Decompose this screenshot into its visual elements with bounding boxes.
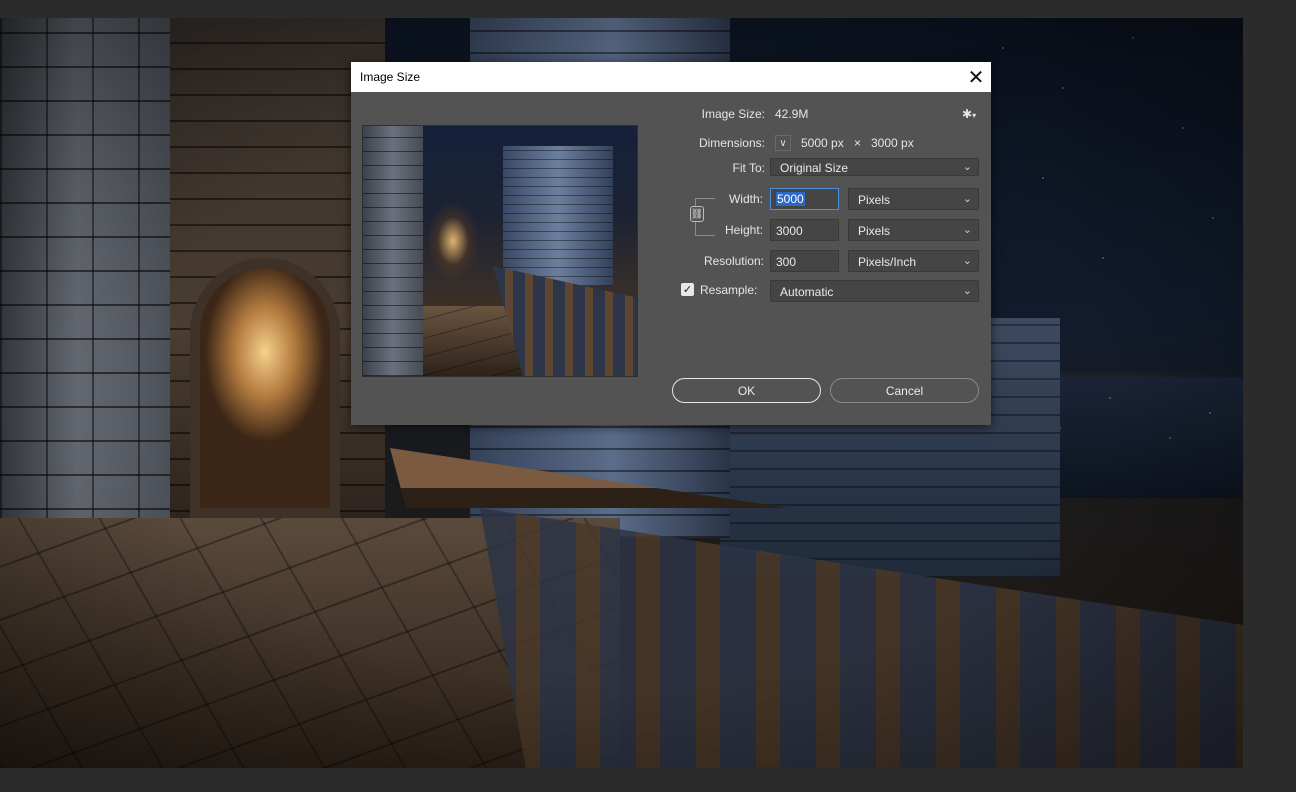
height-label: Height: bbox=[724, 223, 763, 237]
height-unit-value: Pixels bbox=[858, 224, 891, 238]
resolution-label: Resolution: bbox=[703, 254, 764, 268]
chevron-down-icon: ⌄ bbox=[962, 193, 972, 205]
dialog-titlebar[interactable]: Image Size ✕ bbox=[351, 62, 991, 92]
chevron-down-icon: ⌄ bbox=[962, 255, 972, 267]
dimensions-height: 3000 px bbox=[871, 136, 914, 150]
height-unit-select[interactable]: Pixels ⌄ bbox=[848, 219, 979, 241]
image-size-label: Image Size: bbox=[701, 107, 765, 121]
height-input[interactable]: 3000 bbox=[770, 219, 839, 241]
width-label: Width: bbox=[728, 192, 763, 206]
close-icon[interactable]: ✕ bbox=[961, 62, 991, 92]
resolution-unit-value: Pixels/Inch bbox=[858, 255, 917, 269]
fit-to-select[interactable]: Original Size ⌄ bbox=[770, 158, 979, 176]
gear-icon[interactable]: ✱▾ bbox=[962, 107, 976, 121]
dimensions-separator: × bbox=[854, 136, 862, 150]
chevron-down-icon[interactable]: ∨ bbox=[775, 135, 791, 151]
width-unit-select[interactable]: Pixels ⌄ bbox=[848, 188, 979, 210]
resolution-input[interactable]: 300 bbox=[770, 250, 839, 272]
resample-select[interactable]: Automatic ⌄ bbox=[770, 280, 979, 302]
preview-tower bbox=[363, 126, 423, 376]
fit-to-value: Original Size bbox=[780, 161, 849, 175]
resample-value: Automatic bbox=[780, 285, 834, 299]
chevron-down-icon: ⌄ bbox=[962, 224, 972, 236]
link-chain-icon[interactable]: ⛓ bbox=[690, 206, 704, 222]
resolution-value: 300 bbox=[776, 255, 797, 269]
chevron-down-icon: ⌄ bbox=[962, 285, 972, 297]
cancel-button[interactable]: Cancel bbox=[830, 378, 979, 403]
image-size-dialog: Image Size ✕ Image Size: 42.9M ✱▾ Dimens… bbox=[351, 62, 991, 425]
image-size-value: 42.9M bbox=[775, 107, 809, 121]
image-preview[interactable] bbox=[362, 125, 638, 377]
preview-castle bbox=[503, 146, 613, 286]
dimensions-label: Dimensions: bbox=[698, 136, 765, 150]
resample-checkbox[interactable]: ✓ bbox=[681, 283, 694, 296]
chevron-down-icon: ⌄ bbox=[962, 161, 972, 173]
width-value: 5000 bbox=[776, 192, 805, 206]
width-input[interactable]: 5000 bbox=[770, 188, 839, 210]
dimensions-width: 5000 px bbox=[801, 136, 844, 150]
ok-button[interactable]: OK bbox=[672, 378, 821, 403]
dialog-title: Image Size bbox=[360, 70, 421, 84]
fit-to-label: Fit To: bbox=[732, 161, 765, 175]
width-unit-value: Pixels bbox=[858, 193, 891, 207]
resample-label: Resample: bbox=[700, 283, 758, 297]
height-value: 3000 bbox=[776, 224, 803, 238]
resolution-unit-select[interactable]: Pixels/Inch ⌄ bbox=[848, 250, 979, 272]
